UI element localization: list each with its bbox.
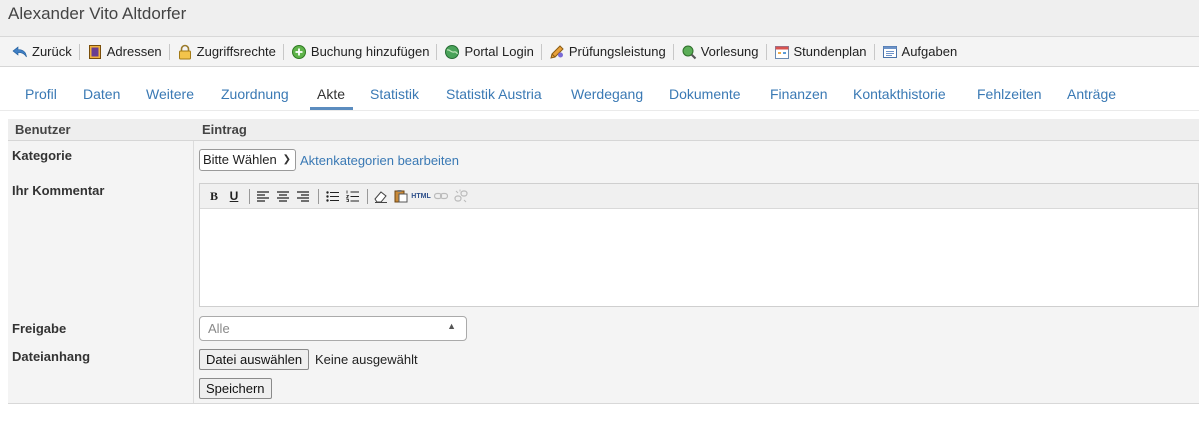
eraser-icon	[374, 190, 387, 203]
tasks-label: Aufgaben	[901, 44, 958, 59]
file-status-text: Keine ausgewählt	[315, 352, 418, 367]
exam-performance-label: Prüfungsleistung	[568, 44, 666, 59]
edit-categories-link[interactable]: Aktenkategorien bearbeiten	[300, 153, 459, 168]
access-rights-button[interactable]: Zugriffsrechte	[177, 44, 276, 60]
toolbar-divider	[540, 43, 542, 60]
toolbar-divider	[168, 43, 170, 60]
align-right-icon	[297, 190, 309, 202]
numbered-list-icon	[345, 190, 359, 202]
kategorie-select[interactable]: Bitte Wählen ❯	[199, 149, 296, 171]
lecture-button[interactable]: Vorlesung	[681, 44, 759, 60]
align-center-icon	[277, 190, 289, 202]
lock-icon	[177, 44, 193, 60]
tab-werdegang[interactable]: Werdegang	[571, 86, 643, 102]
back-arrow-icon	[12, 44, 28, 60]
tab-statistik-austria[interactable]: Statistik Austria	[446, 86, 542, 102]
bold-button[interactable]: B	[205, 187, 223, 205]
freigabe-select[interactable]: Alle ▲	[199, 316, 467, 341]
tab-bar: Profil Daten Weitere Zuordnung Akte Stat…	[0, 67, 1199, 111]
toolbar-divider	[765, 43, 767, 60]
addresses-button[interactable]: Adressen	[87, 44, 162, 60]
numbered-list-button[interactable]	[343, 187, 361, 205]
editor-divider	[367, 188, 368, 204]
tab-fehlzeiten[interactable]: Fehlzeiten	[977, 86, 1042, 102]
portal-login-button[interactable]: Portal Login	[444, 44, 534, 60]
address-book-icon	[87, 44, 103, 60]
bullet-list-icon	[325, 190, 339, 202]
back-button[interactable]: Zurück	[12, 44, 72, 60]
freigabe-select-value: Alle	[208, 321, 230, 336]
timetable-label: Stundenplan	[793, 44, 867, 59]
save-button[interactable]: Speichern	[199, 378, 272, 399]
table-header	[8, 119, 1199, 141]
tab-profil[interactable]: Profil	[25, 86, 57, 102]
toolbar-divider	[78, 43, 80, 60]
toolbar-divider	[873, 43, 875, 60]
choose-file-button[interactable]: Datei auswählen	[199, 349, 310, 370]
column-header-eintrag: Eintrag	[202, 122, 247, 137]
tasks-button[interactable]: Aufgaben	[882, 44, 958, 60]
chevron-down-icon: ❯	[282, 154, 291, 165]
task-list-icon	[882, 44, 898, 60]
comment-editor: B U HTML	[199, 183, 1199, 307]
exam-performance-button[interactable]: Prüfungsleistung	[549, 44, 666, 60]
table-bottom-divider	[8, 403, 1199, 404]
caret-up-icon: ▲	[447, 321, 456, 331]
dateianhang-label: Dateianhang	[12, 349, 91, 364]
kommentar-label: Ihr Kommentar	[12, 183, 105, 198]
editor-divider	[318, 188, 319, 204]
calendar-icon	[774, 44, 790, 60]
paste-button[interactable]	[392, 187, 410, 205]
align-left-button[interactable]	[254, 187, 272, 205]
eraser-button[interactable]	[372, 187, 390, 205]
editor-toolbar: B U HTML	[200, 184, 1198, 209]
add-circle-icon	[291, 44, 307, 60]
add-booking-button[interactable]: Buchung hinzufügen	[291, 44, 430, 60]
tab-finanzen[interactable]: Finanzen	[770, 86, 828, 102]
link-icon	[434, 192, 448, 200]
globe-icon	[444, 44, 460, 60]
tab-statistik[interactable]: Statistik	[370, 86, 419, 102]
unlink-icon	[454, 189, 468, 203]
lecture-label: Vorlesung	[700, 44, 759, 59]
tab-daten[interactable]: Daten	[83, 86, 120, 102]
tab-antraege[interactable]: Anträge	[1067, 86, 1116, 102]
link-button[interactable]	[432, 187, 450, 205]
toolbar-divider	[436, 43, 438, 60]
underline-button[interactable]: U	[225, 187, 243, 205]
toolbar-divider	[672, 43, 674, 60]
comment-text-area[interactable]	[200, 209, 1198, 306]
column-header-benutzer: Benutzer	[15, 122, 71, 137]
access-rights-label: Zugriffsrechte	[196, 44, 276, 59]
editor-divider	[249, 188, 250, 204]
kategorie-select-value: Bitte Wählen	[203, 152, 277, 167]
paste-icon	[394, 190, 408, 203]
toolbar-divider	[282, 43, 284, 60]
timetable-button[interactable]: Stundenplan	[774, 44, 867, 60]
html-source-button[interactable]: HTML	[411, 187, 430, 205]
tab-akte[interactable]: Akte	[317, 86, 345, 102]
action-toolbar: Zurück Adressen Zugriffsrechte Buchung h…	[0, 37, 1199, 67]
tab-kontakthistorie[interactable]: Kontakthistorie	[853, 86, 946, 102]
tab-dokumente[interactable]: Dokumente	[669, 86, 741, 102]
freigabe-label: Freigabe	[12, 321, 67, 336]
pencil-icon	[549, 44, 565, 60]
active-tab-indicator	[310, 107, 353, 110]
tab-zuordnung[interactable]: Zuordnung	[221, 86, 289, 102]
addresses-label: Adressen	[106, 44, 162, 59]
tab-weitere[interactable]: Weitere	[146, 86, 194, 102]
add-booking-label: Buchung hinzufügen	[310, 44, 430, 59]
portal-login-label: Portal Login	[464, 44, 534, 59]
page-title: Alexander Vito Altdorfer	[0, 0, 1199, 37]
back-label: Zurück	[32, 44, 72, 59]
align-right-button[interactable]	[294, 187, 312, 205]
magnifier-icon	[681, 44, 697, 60]
kategorie-label: Kategorie	[12, 148, 72, 163]
align-center-button[interactable]	[274, 187, 292, 205]
bullet-list-button[interactable]	[323, 187, 341, 205]
align-left-icon	[257, 190, 269, 202]
unlink-button[interactable]	[452, 187, 470, 205]
